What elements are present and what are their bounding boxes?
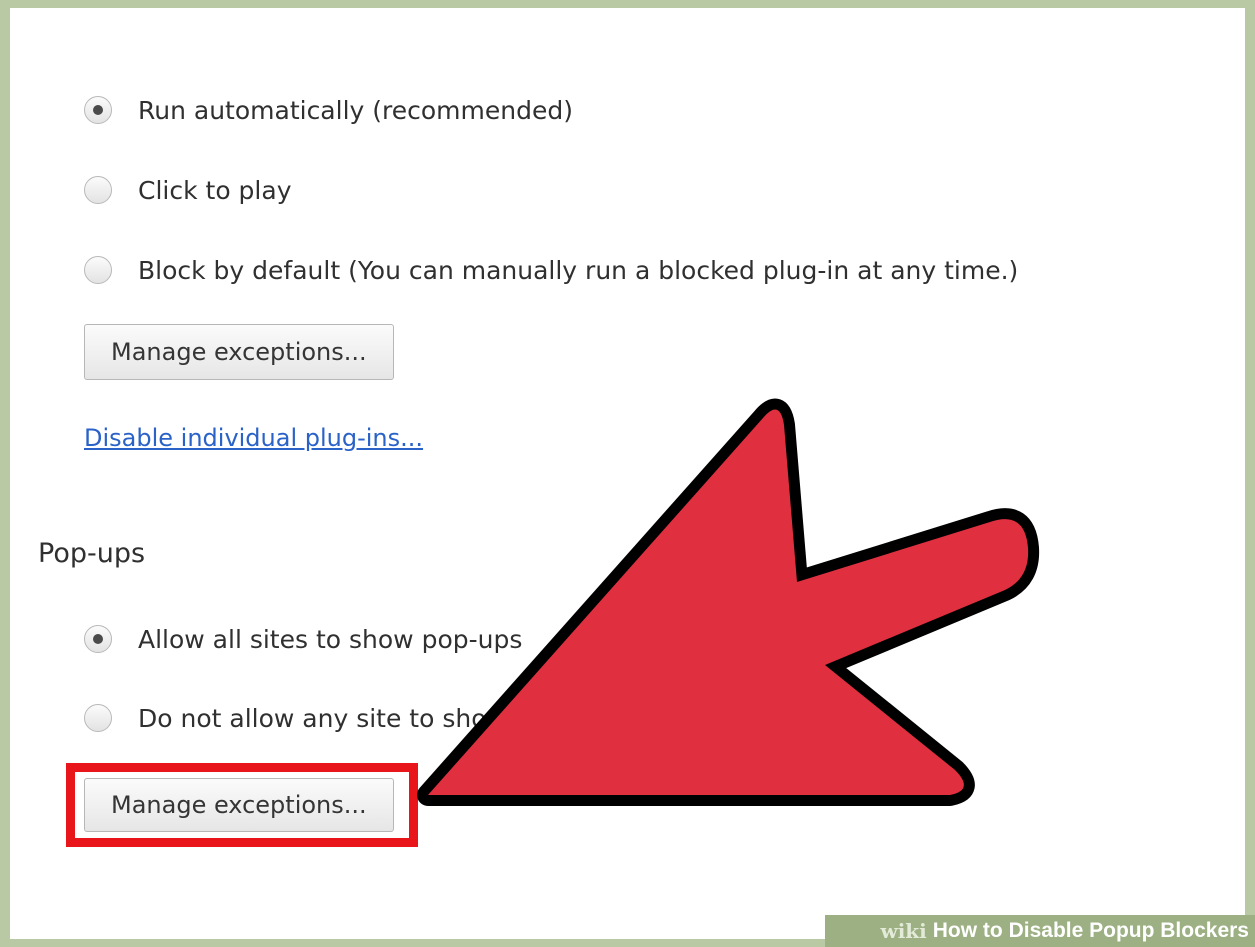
radio-label: Do not allow any site to show pop-ups (r… — [138, 703, 825, 733]
radio-run-automatically[interactable]: Run automatically (recommended) — [84, 93, 573, 127]
radio-button-checked[interactable] — [84, 96, 112, 124]
radio-label: Run automatically (recommended) — [138, 95, 573, 125]
watermark-banner: wiki How to Disable Popup Blockers — [825, 915, 1255, 947]
radio-label: Allow all sites to show pop-ups — [138, 624, 523, 654]
watermark-brand: wiki — [880, 919, 927, 943]
radio-button-checked[interactable] — [84, 625, 112, 653]
plugins-manage-exceptions-button[interactable]: Manage exceptions... — [84, 324, 394, 380]
radio-click-to-play[interactable]: Click to play — [84, 173, 292, 207]
popups-section-title: Pop-ups — [38, 538, 146, 569]
watermark-title: How to Disable Popup Blockers — [932, 919, 1249, 942]
radio-block-popups[interactable]: Do not allow any site to show pop-ups (r… — [84, 701, 824, 735]
radio-label: Block by default (You can manually run a… — [138, 255, 1019, 285]
radio-allow-popups[interactable]: Allow all sites to show pop-ups — [84, 622, 522, 656]
radio-label: Click to play — [138, 175, 292, 205]
radio-block-by-default[interactable]: Block by default (You can manually run a… — [84, 253, 1018, 287]
radio-button[interactable] — [84, 256, 112, 284]
highlight-box — [66, 763, 418, 847]
disable-individual-plugins-link[interactable]: Disable individual plug-ins... — [84, 424, 423, 452]
radio-button[interactable] — [84, 176, 112, 204]
radio-button[interactable] — [84, 704, 112, 732]
